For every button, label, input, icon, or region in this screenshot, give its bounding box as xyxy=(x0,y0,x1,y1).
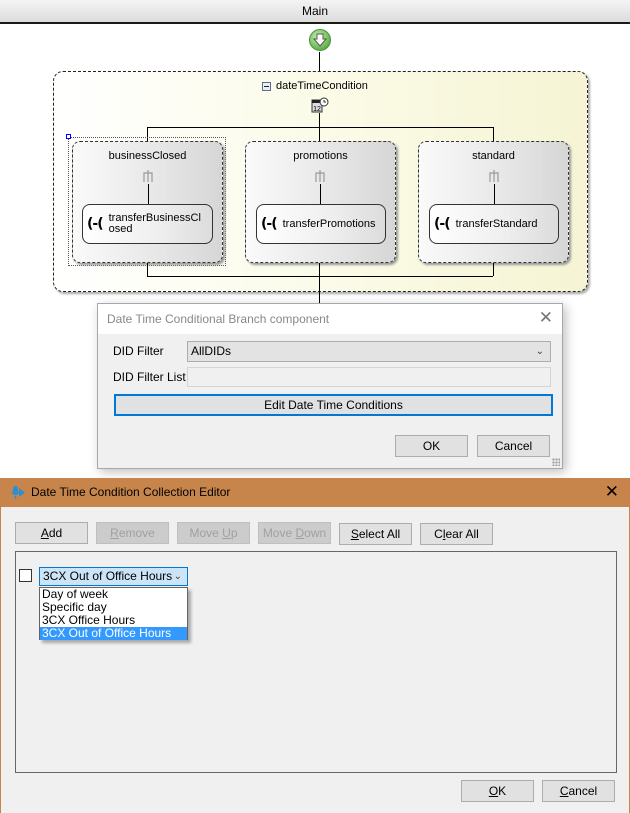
branch-title: standard xyxy=(472,150,515,162)
did-filter-value: AllDIDs xyxy=(191,344,232,358)
action-transfer-business-closed[interactable]: (-( transferBusinessCl osed xyxy=(82,204,213,244)
cancel-button[interactable]: Cancel xyxy=(542,780,615,802)
move-up-button[interactable]: Move Up xyxy=(177,522,250,544)
button-label: Move xyxy=(262,526,296,540)
condition-checkbox[interactable] xyxy=(19,569,32,582)
branch-fork-icon xyxy=(489,170,499,182)
branch-title: promotions xyxy=(293,150,348,162)
button-label: Move xyxy=(189,526,223,540)
accel-key: O xyxy=(488,784,499,798)
action-transfer-promotions[interactable]: (-( transferPromotions xyxy=(256,204,386,244)
dialog-title: Date Time Conditional Branch component xyxy=(107,312,330,326)
accel-key: D xyxy=(295,526,305,540)
branch-title: businessClosed xyxy=(108,150,187,162)
transfer-phone-icon: (-( xyxy=(261,216,278,232)
accel-key: S xyxy=(350,527,359,541)
button-label: emove xyxy=(118,526,155,540)
edit-date-time-conditions-button[interactable]: Edit Date Time Conditions xyxy=(114,394,553,416)
close-icon[interactable]: ✕ xyxy=(605,482,619,502)
connector xyxy=(148,184,149,204)
connector xyxy=(147,276,493,277)
branch-standard[interactable]: standard (-( transferStandard xyxy=(418,141,569,263)
connector xyxy=(493,263,494,276)
transfer-phone-icon: (-( xyxy=(87,216,104,232)
condition-type-combo[interactable]: 3CX Out of Office Hours ⌄ xyxy=(39,567,188,586)
ok-button[interactable]: OK xyxy=(461,780,534,802)
clear-all-button[interactable]: Clear All xyxy=(420,523,493,545)
button-label: K xyxy=(498,784,507,798)
branch-business-closed[interactable]: businessClosed (-( transferBusinessCl os… xyxy=(72,141,223,263)
app-icon xyxy=(11,486,25,499)
dialog-titlebar[interactable]: Date Time Condition Collection Editor ✕ xyxy=(1,478,629,507)
connector xyxy=(319,263,320,303)
connector xyxy=(319,127,320,141)
action-label: transferStandard xyxy=(455,217,538,230)
connector xyxy=(147,127,493,128)
branch-fork-icon xyxy=(315,170,325,182)
collapse-icon[interactable] xyxy=(262,81,271,91)
chevron-down-icon: ⌄ xyxy=(173,571,182,582)
transfer-phone-icon: (-( xyxy=(434,216,451,232)
action-transfer-standard[interactable]: (-( transferStandard xyxy=(429,204,559,244)
remove-button[interactable]: Remove xyxy=(96,522,169,544)
action-label: transferPromotions xyxy=(282,217,376,230)
dialog-titlebar[interactable]: Date Time Conditional Branch component ✕ xyxy=(98,304,562,334)
action-label: transferBusinessCl osed xyxy=(108,212,201,235)
combo-value: 3CX Out of Office Hours xyxy=(43,569,173,583)
connector xyxy=(494,184,495,204)
condition-type-dropdown: Day of week Specific day 3CX Office Hour… xyxy=(39,587,188,640)
button-label: p xyxy=(230,526,238,540)
resize-grip[interactable] xyxy=(552,458,560,466)
did-filter-list-input[interactable] xyxy=(187,367,551,387)
dialog-title: Date Time Condition Collection Editor xyxy=(31,485,231,499)
button-label: ancel xyxy=(568,784,598,798)
accel-key: A xyxy=(40,526,49,540)
connector xyxy=(147,263,148,276)
selection-handle[interactable] xyxy=(66,134,71,139)
ok-button[interactable]: OK xyxy=(395,435,468,457)
branch-fork-icon xyxy=(143,170,153,182)
did-filter-list-label: DID Filter List xyxy=(113,370,186,384)
accel-key: U xyxy=(222,526,231,540)
select-all-button[interactable]: Select All xyxy=(339,523,412,545)
condition-header: dateTimeCondition xyxy=(262,80,368,92)
close-icon[interactable]: ✕ xyxy=(539,309,553,327)
svg-text:12: 12 xyxy=(313,106,321,113)
condition-title: dateTimeCondition xyxy=(276,80,368,92)
button-label: own xyxy=(304,526,327,540)
start-node-icon[interactable] xyxy=(309,29,331,51)
button-label: elect All xyxy=(358,527,401,541)
button-label: ear All xyxy=(445,527,479,541)
branch-promotions[interactable]: promotions (-( transferPromotions xyxy=(245,141,396,263)
connector xyxy=(319,113,320,128)
add-button[interactable]: Add xyxy=(15,522,88,544)
connector xyxy=(320,184,321,204)
button-label: C xyxy=(434,527,443,541)
branch-component-dialog: Date Time Conditional Branch component ✕… xyxy=(97,303,563,469)
button-label: dd xyxy=(48,526,63,540)
accel-key: R xyxy=(110,526,119,540)
did-filter-label: DID Filter xyxy=(113,344,164,358)
move-down-button[interactable]: Move Down xyxy=(258,522,331,544)
designer-header: Main xyxy=(0,0,630,24)
chevron-down-icon: ⌄ xyxy=(535,346,544,357)
connector xyxy=(493,127,494,141)
did-filter-select[interactable]: AllDIDs ⌄ xyxy=(187,341,551,362)
connector xyxy=(319,52,320,71)
dropdown-option-selected[interactable]: 3CX Out of Office Hours xyxy=(40,627,187,640)
cancel-button[interactable]: Cancel xyxy=(477,435,550,457)
collection-editor-dialog: Date Time Condition Collection Editor ✕ … xyxy=(0,478,630,813)
calendar-clock-icon: 12 xyxy=(311,97,329,113)
